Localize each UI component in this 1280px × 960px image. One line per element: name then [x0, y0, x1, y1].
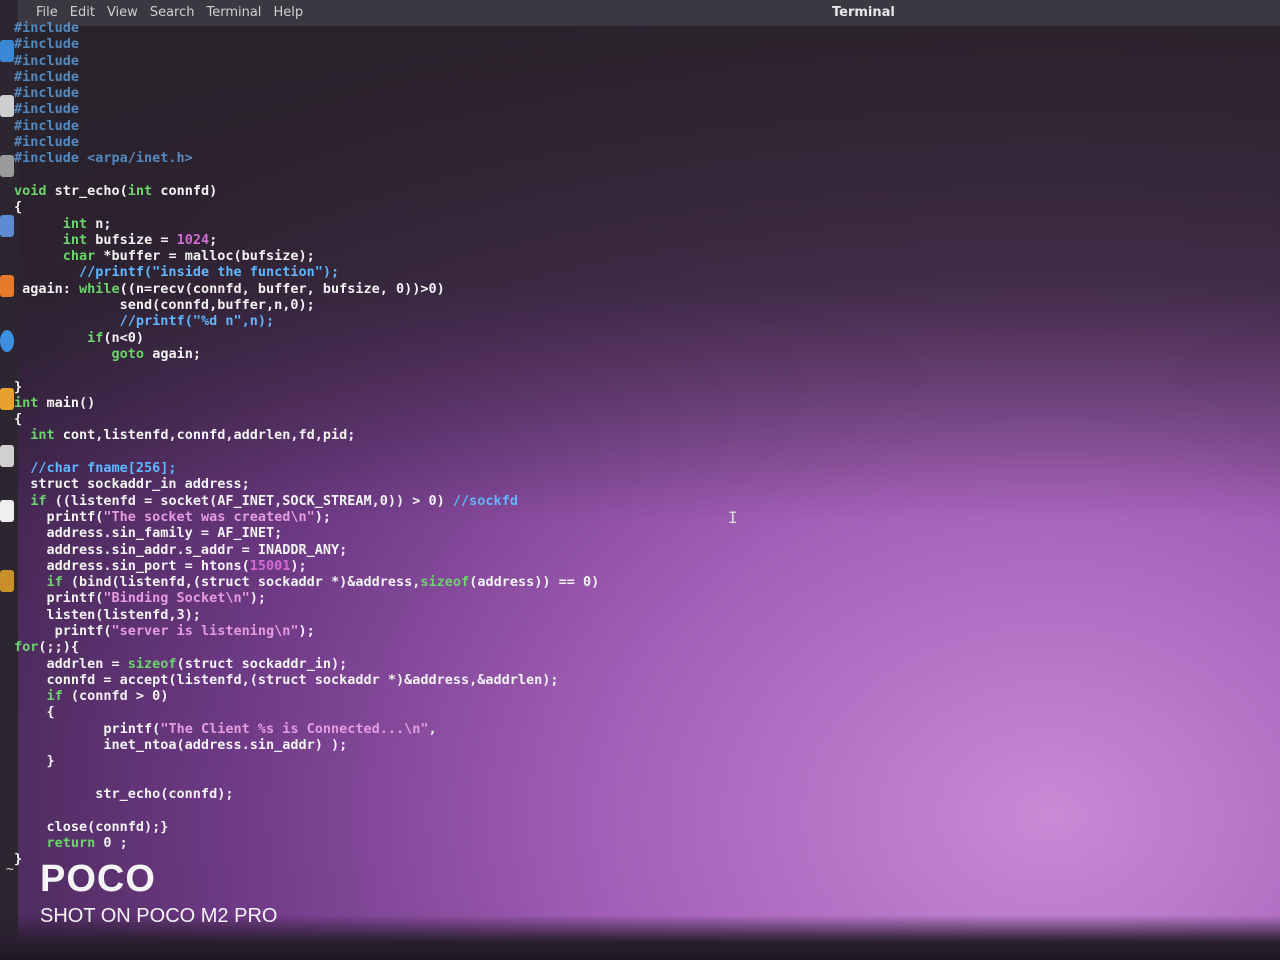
app-icon[interactable]: [0, 40, 14, 62]
watermark-brand: POCO: [40, 858, 156, 900]
code-line: inet_ntoa(address.sin_addr) );: [14, 737, 348, 754]
code-line: #include: [14, 68, 80, 85]
code-line: #include: [14, 134, 80, 151]
code-line: printf("server is listening\n");: [14, 622, 315, 639]
menu-item-search[interactable]: Search: [150, 5, 195, 20]
code-line: }: [14, 378, 23, 395]
code-line: //char fname[256];: [30, 460, 177, 477]
code-line: struct sockaddr_in address;: [14, 476, 250, 493]
code-line: int n;: [62, 215, 112, 232]
app-icon[interactable]: [0, 388, 14, 410]
code-line: #include: [14, 101, 80, 118]
code-line: }: [14, 753, 55, 770]
code-line: printf("The Client %s is Connected...\n"…: [14, 720, 437, 737]
code-line: listen(listenfd,3);: [14, 606, 201, 623]
app-icon[interactable]: [0, 95, 14, 117]
code-line: ​: [14, 167, 599, 183]
menu-list: File Edit View Search Terminal Help: [36, 5, 303, 20]
app-icon[interactable]: [0, 445, 14, 467]
menu-item-help[interactable]: Help: [273, 5, 303, 20]
code-line: ​: [14, 770, 599, 786]
menu-item-file[interactable]: File: [36, 5, 58, 20]
code-line: #include: [14, 117, 80, 134]
code-line: #include: [14, 20, 80, 36]
code-line: address.sin_family = AF_INET;: [14, 525, 283, 542]
code-line: //printf("%d n",n);: [119, 313, 275, 330]
code-line: for(;;){: [14, 639, 80, 656]
code-line: if (bind(listenfd,(struct sockaddr *)&ad…: [46, 574, 600, 591]
code-line: #include: [14, 36, 80, 53]
terminal-code-view[interactable]: #include #include #include #include #include…: [14, 20, 599, 867]
window-title: Terminal: [832, 5, 895, 20]
code-line: if ((listenfd = socket(AF_INET,SOCK_STRE…: [30, 492, 518, 509]
watermark-caption: SHOT ON POCO M2 PRO: [40, 905, 278, 927]
code-line: int bufsize = 1024;: [62, 231, 218, 248]
code-line: goto again;: [111, 345, 201, 362]
code-line: ​: [14, 362, 599, 378]
code-line: close(connfd);}: [14, 818, 169, 835]
code-line: int cont,listenfd,connfd,addrlen,fd,pid;: [30, 427, 356, 444]
code-line: address.sin_addr.s_addr = INADDR_ANY;: [14, 541, 348, 558]
camera-watermark: POCO SHOT ON POCO M2 PRO: [40, 858, 277, 928]
code-line: {: [14, 199, 23, 216]
code-line: printf("Binding Socket\n");: [14, 590, 266, 607]
code-line: address.sin_port = htons(15001);: [14, 557, 307, 574]
app-icon[interactable]: [0, 330, 14, 352]
code-line: connfd = accept(listenfd,(struct sockadd…: [14, 671, 559, 688]
menu-item-edit[interactable]: Edit: [70, 5, 95, 20]
code-line: send(connfd,buffer,n,0);: [14, 297, 315, 314]
code-line: if(n<0): [87, 329, 145, 346]
code-line: //printf("inside the function");: [79, 264, 340, 281]
code-line: char *buffer = malloc(bufsize);: [62, 248, 315, 265]
code-line: addrlen = sizeof(struct sockaddr_in);: [14, 655, 348, 672]
code-line: {: [14, 411, 23, 428]
app-icon[interactable]: [0, 275, 14, 297]
code-line: str_echo(connfd);: [14, 785, 234, 802]
code-line: printf("The socket was created\n");: [14, 508, 332, 525]
code-line: if (connfd > 0): [46, 688, 169, 705]
code-line: ​: [14, 802, 599, 818]
app-icon[interactable]: [0, 570, 14, 592]
code-line: #include: [14, 85, 80, 102]
app-icon[interactable]: [0, 155, 14, 177]
code-line: void str_echo(int connfd): [14, 182, 218, 199]
app-icon[interactable]: [0, 500, 14, 522]
code-line: int main(): [14, 394, 96, 411]
menu-item-terminal[interactable]: Terminal: [206, 5, 261, 20]
code-line: #include <arpa/inet.h>: [14, 150, 193, 167]
code-line: again: while((n=recv(connfd, buffer, buf…: [14, 280, 445, 297]
app-icon[interactable]: [0, 215, 14, 237]
code-line: #include: [14, 52, 80, 69]
menu-item-view[interactable]: View: [107, 5, 138, 20]
vim-tilde-marker: ~: [6, 862, 14, 877]
code-line: ​: [14, 444, 599, 460]
code-line: {: [14, 704, 55, 721]
text-cursor-icon: I: [728, 508, 738, 527]
code-line: return 0 ;: [46, 834, 128, 851]
